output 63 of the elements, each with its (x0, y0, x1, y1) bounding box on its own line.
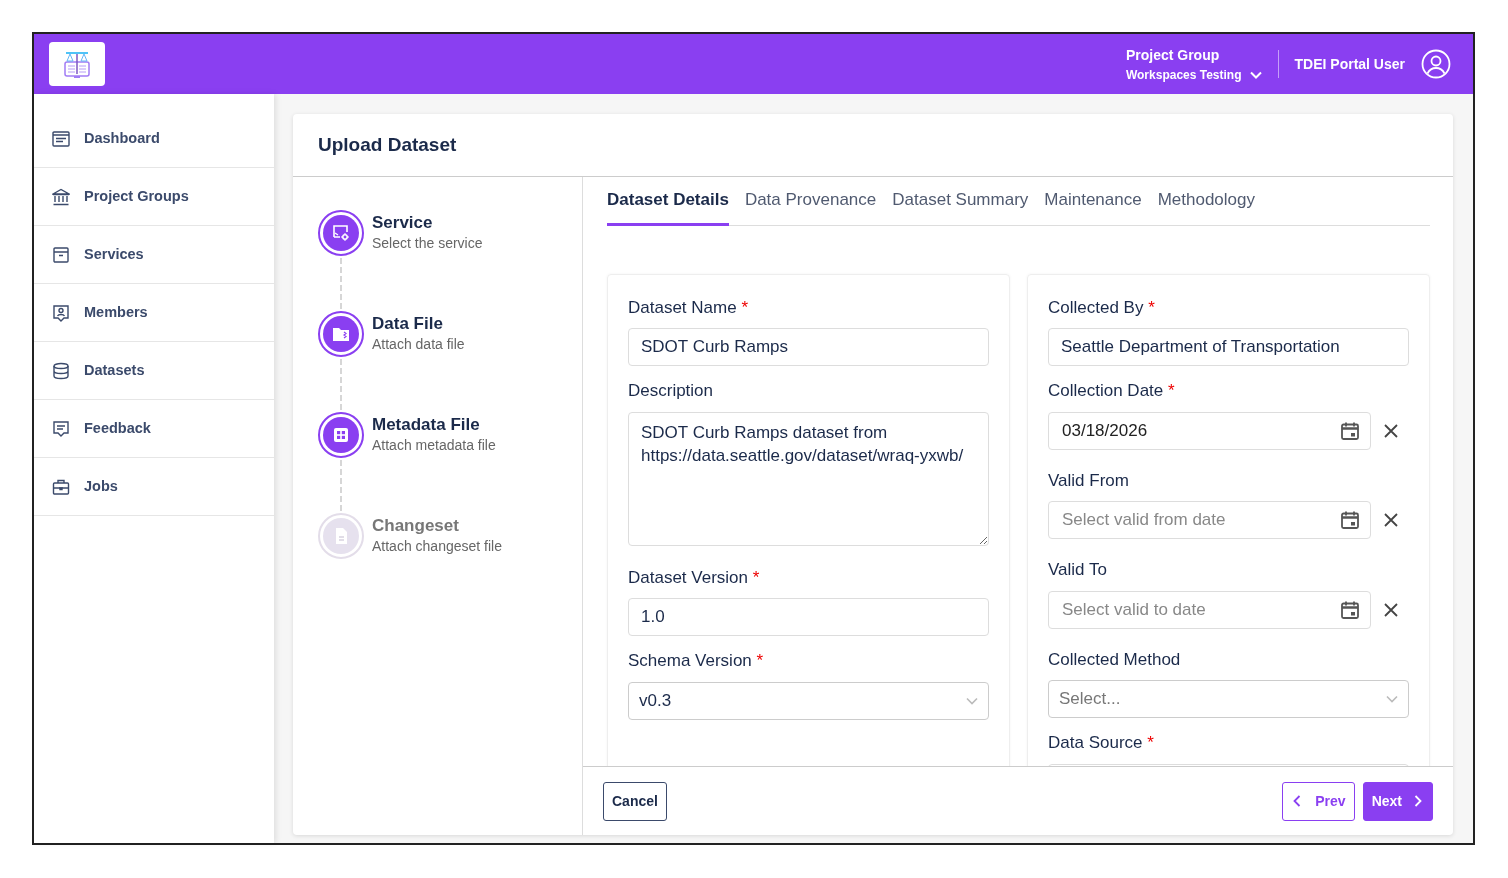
field-label: Schema Version * (628, 650, 765, 672)
member-badge-icon (52, 303, 70, 322)
close-icon (1383, 601, 1399, 618)
step-subtitle: Select the service (372, 234, 483, 254)
field-label: Data Source * (1048, 732, 1155, 754)
clear-button[interactable] (1383, 601, 1399, 618)
field-label: Collected Method (1048, 648, 1182, 671)
cancel-button[interactable]: Cancel (603, 781, 667, 821)
field-label: Valid To (1048, 559, 1108, 581)
close-icon (1383, 512, 1399, 528)
chevron-right-icon (1414, 795, 1422, 807)
tab[interactable]: Maintenance (1044, 187, 1142, 226)
chevron-down-icon (966, 696, 978, 705)
user-name: TDEI Portal User (1294, 54, 1405, 74)
field-label: Dataset Name * (628, 296, 750, 319)
archive-icon (52, 245, 70, 264)
field-label: Collection Date * (1048, 380, 1176, 402)
project-group-label: Project Group (1125, 45, 1221, 65)
description-field[interactable]: SDOT Curb Ramps dataset from https://data.seattle.gov/dataset/wraq-yxwb/ (628, 411, 989, 546)
field-label: Dataset Version * (628, 566, 761, 589)
step-subtitle: Attach metadata file (372, 436, 496, 456)
chevron-down-icon (1249, 70, 1262, 79)
project-group-dropdown[interactable]: Workspaces Testing (1125, 65, 1262, 84)
calendar-icon[interactable] (1340, 510, 1360, 530)
step-title: Metadata File (372, 415, 481, 436)
next-button[interactable]: Next (1362, 781, 1433, 821)
text-field[interactable]: Seattle Department of Transportation (1048, 328, 1409, 366)
user-avatar-icon[interactable] (1421, 49, 1451, 79)
step-subtitle: Attach changeset file (372, 537, 502, 557)
page-title: Upload Dataset (318, 132, 457, 157)
field-label: Collected By * (1048, 296, 1156, 319)
step-title: Data File (372, 314, 444, 335)
date-field[interactable]: Select valid to date (1048, 590, 1371, 629)
calendar-icon[interactable] (1340, 599, 1360, 620)
step-title: Service (372, 213, 434, 234)
tab[interactable]: Data Provenance (744, 187, 877, 226)
tab[interactable]: Dataset Summary (892, 187, 1029, 226)
prev-button[interactable]: Prev (1282, 781, 1355, 821)
chevron-down-icon (1386, 695, 1398, 703)
step-subtitle: Attach data file (372, 335, 465, 355)
tab[interactable]: Methodology (1157, 187, 1255, 226)
clear-button[interactable] (1383, 422, 1399, 439)
briefcase-icon (52, 477, 70, 496)
field-label: Valid From (1048, 469, 1130, 492)
field-label: Description (628, 380, 715, 402)
monitor-gear-icon (330, 222, 352, 244)
tab[interactable]: Dataset Details (607, 187, 729, 226)
bank-icon (52, 187, 70, 206)
logo-icon[interactable] (49, 42, 105, 86)
text-field[interactable]: 1.0 (628, 598, 989, 636)
select-field[interactable]: Select... (1048, 680, 1409, 718)
date-field[interactable]: Select valid from date (1048, 501, 1371, 539)
dashboard-icon (52, 129, 70, 148)
step-title: Changeset (372, 516, 460, 537)
date-field[interactable]: 03/18/2026 (1048, 411, 1371, 450)
database-icon (52, 361, 70, 380)
calendar-icon[interactable] (1340, 420, 1360, 441)
chevron-left-icon (1293, 795, 1302, 807)
feedback-icon (52, 419, 70, 438)
select-field[interactable]: v0.3 (628, 681, 989, 720)
text-field[interactable]: SDOT Curb Ramps (628, 328, 989, 366)
clear-button[interactable] (1383, 512, 1399, 528)
close-icon (1383, 422, 1399, 439)
